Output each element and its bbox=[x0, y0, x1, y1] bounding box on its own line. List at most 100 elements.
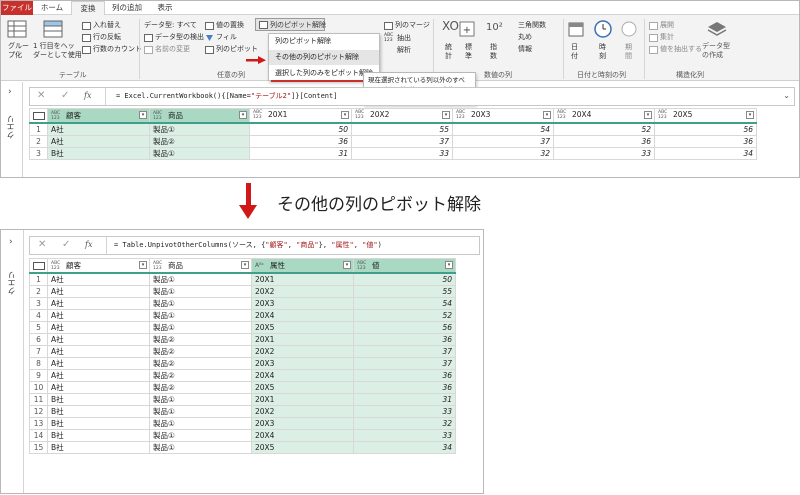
table-cell[interactable]: B社 bbox=[47, 440, 150, 454]
confirm-icon[interactable]: ✓ bbox=[61, 90, 69, 101]
table-cell[interactable]: 20X5 bbox=[251, 440, 354, 454]
table-cell[interactable]: A社 bbox=[47, 356, 150, 370]
table-cell[interactable]: 製品② bbox=[149, 356, 252, 370]
table-cell[interactable]: 37 bbox=[353, 344, 456, 358]
transpose-button[interactable]: 入れ替え bbox=[93, 20, 121, 30]
table-row[interactable]: 4 A社 製品① 20X4 52 bbox=[29, 308, 456, 322]
table-cell[interactable]: 56 bbox=[353, 320, 456, 334]
table-cell[interactable]: 20X5 bbox=[251, 320, 354, 334]
merge-columns-button[interactable]: 列のマージ bbox=[395, 20, 430, 30]
count-rows-button[interactable]: 行数のカウント bbox=[93, 44, 142, 54]
table-cell[interactable]: 製品① bbox=[149, 320, 252, 334]
formula-text[interactable]: = Table.UnpivotOtherColumns(ソース, {"顧客", … bbox=[114, 240, 382, 250]
table-cell[interactable]: 20X1 bbox=[251, 332, 354, 346]
table-row[interactable]: 7 A社 製品② 20X2 37 bbox=[29, 344, 456, 358]
statistics-button[interactable]: 統 計 bbox=[445, 43, 452, 61]
column-header[interactable]: ABC 123 20X4 ▾ bbox=[553, 108, 655, 124]
table-cell[interactable]: 製品① bbox=[149, 392, 252, 406]
table-cell[interactable]: 製品① bbox=[149, 284, 252, 298]
table-cell[interactable]: 20X4 bbox=[251, 368, 354, 382]
cancel-icon[interactable]: ✕ bbox=[38, 239, 46, 250]
table-cell[interactable]: 55 bbox=[353, 284, 456, 298]
table-cell[interactable]: 36 bbox=[353, 380, 456, 394]
extract-values-button[interactable]: 値を抽出する bbox=[660, 44, 702, 54]
table-cell[interactable]: B社 bbox=[47, 428, 150, 442]
tab-file[interactable]: ファイル bbox=[1, 1, 33, 15]
table-cell[interactable]: 製品① bbox=[149, 404, 252, 418]
formula-text[interactable]: = Excel.CurrentWorkbook(){[Name="テーブル2"]… bbox=[116, 91, 337, 101]
create-data-type-button[interactable]: データ型 の作成 bbox=[702, 42, 730, 60]
table-cell[interactable]: 32 bbox=[353, 416, 456, 430]
table-cell[interactable]: A社 bbox=[47, 344, 150, 358]
table-menu-corner[interactable] bbox=[29, 258, 48, 274]
table-cell[interactable]: 20X1 bbox=[251, 392, 354, 406]
table-cell[interactable]: A社 bbox=[47, 296, 150, 310]
table-cell[interactable]: 36 bbox=[353, 332, 456, 346]
table-menu-corner[interactable] bbox=[29, 108, 48, 124]
table-row[interactable]: 3 B社 製品① 31 33 32 33 34 bbox=[29, 146, 757, 160]
column-header[interactable]: ABC 123 20X3 ▾ bbox=[452, 108, 554, 124]
table-row[interactable]: 8 A社 製品② 20X3 37 bbox=[29, 356, 456, 370]
data-type-dropdown[interactable]: データ型: すべて bbox=[144, 20, 197, 30]
table-cell[interactable]: 54 bbox=[353, 296, 456, 310]
table-row[interactable]: 2 A社 製品② 36 37 37 36 36 bbox=[29, 134, 757, 148]
column-header[interactable]: ABC 123 20X5 ▾ bbox=[654, 108, 757, 124]
table-cell[interactable]: 製品① bbox=[149, 428, 252, 442]
extract-button[interactable]: 抽出 bbox=[397, 33, 411, 43]
table-cell[interactable]: B社 bbox=[47, 404, 150, 418]
table-cell[interactable]: 製品① bbox=[149, 296, 252, 310]
table-cell[interactable]: 20X2 bbox=[251, 344, 354, 358]
pivot-column-button[interactable]: 列のピボット bbox=[216, 44, 258, 54]
table-cell[interactable]: 製品① bbox=[149, 416, 252, 430]
trigonometry-button[interactable]: 三角関数 bbox=[518, 20, 546, 30]
table-row[interactable]: 2 A社 製品① 20X2 55 bbox=[29, 284, 456, 298]
table-cell[interactable]: 製品② bbox=[149, 368, 252, 382]
table-cell[interactable]: 33 bbox=[353, 428, 456, 442]
tab-home[interactable]: ホーム bbox=[35, 1, 69, 15]
table-cell[interactable]: 製品② bbox=[149, 332, 252, 346]
table-cell[interactable]: B社 bbox=[47, 416, 150, 430]
filter-dropdown-icon[interactable]: ▾ bbox=[241, 261, 249, 269]
table-row[interactable]: 13 B社 製品① 20X3 32 bbox=[29, 416, 456, 430]
column-header[interactable]: ABC 123 商品 ▾ bbox=[149, 108, 250, 124]
table-row[interactable]: 9 A社 製品② 20X4 36 bbox=[29, 368, 456, 382]
detect-data-type-button[interactable]: データ型の検出 bbox=[155, 32, 204, 42]
date-button[interactable]: 日 付 bbox=[571, 43, 578, 61]
table-row[interactable]: 1 A社 製品① 20X1 50 bbox=[29, 272, 456, 286]
formula-expand-icon[interactable]: ⌄ bbox=[783, 91, 790, 100]
expand-pane-icon[interactable]: › bbox=[9, 237, 13, 247]
tab-add-column[interactable]: 列の追加 bbox=[107, 1, 147, 15]
replace-values-button[interactable]: 値の置換 bbox=[216, 20, 244, 30]
filter-dropdown-icon[interactable]: ▾ bbox=[445, 261, 453, 269]
table-cell[interactable]: 33 bbox=[353, 404, 456, 418]
table-cell[interactable]: A社 bbox=[47, 368, 150, 382]
table-row[interactable]: 5 A社 製品① 20X5 56 bbox=[29, 320, 456, 334]
table-cell[interactable]: 20X3 bbox=[251, 416, 354, 430]
table-cell[interactable]: 52 bbox=[353, 308, 456, 322]
table-cell[interactable]: A社 bbox=[47, 380, 150, 394]
filter-dropdown-icon[interactable]: ▾ bbox=[341, 111, 349, 119]
table-cell[interactable]: 製品② bbox=[149, 344, 252, 358]
column-header[interactable]: ABC 123 20X2 ▾ bbox=[351, 108, 453, 124]
table-cell[interactable]: 36 bbox=[353, 368, 456, 382]
table-cell[interactable]: 製品② bbox=[149, 380, 252, 394]
column-header[interactable]: ABC 123 顧客 ▾ bbox=[47, 108, 150, 124]
table-cell[interactable]: 20X4 bbox=[251, 308, 354, 322]
table-cell[interactable]: A社 bbox=[47, 332, 150, 346]
tab-view[interactable]: 表示 bbox=[151, 1, 179, 15]
expand-button[interactable]: 展開 bbox=[660, 20, 674, 30]
standard-button[interactable]: 標 準 bbox=[465, 43, 472, 61]
column-header[interactable]: ABC 123 商品 ▾ bbox=[149, 258, 252, 274]
table-row[interactable]: 14 B社 製品① 20X4 33 bbox=[29, 428, 456, 442]
table-cell[interactable]: A社 bbox=[47, 308, 150, 322]
rounding-button[interactable]: 丸め bbox=[518, 32, 532, 42]
table-cell[interactable]: A社 bbox=[47, 320, 150, 334]
table-cell[interactable]: A社 bbox=[47, 272, 150, 286]
filter-dropdown-icon[interactable]: ▾ bbox=[139, 261, 147, 269]
table-cell[interactable]: 20X3 bbox=[251, 296, 354, 310]
table-row[interactable]: 1 A社 製品① 50 55 54 52 56 bbox=[29, 122, 757, 136]
table-cell[interactable]: 20X4 bbox=[251, 428, 354, 442]
table-cell[interactable]: 20X3 bbox=[251, 356, 354, 370]
reverse-rows-button[interactable]: 行の反転 bbox=[93, 32, 121, 42]
rename-button[interactable]: 名前の変更 bbox=[155, 44, 190, 54]
